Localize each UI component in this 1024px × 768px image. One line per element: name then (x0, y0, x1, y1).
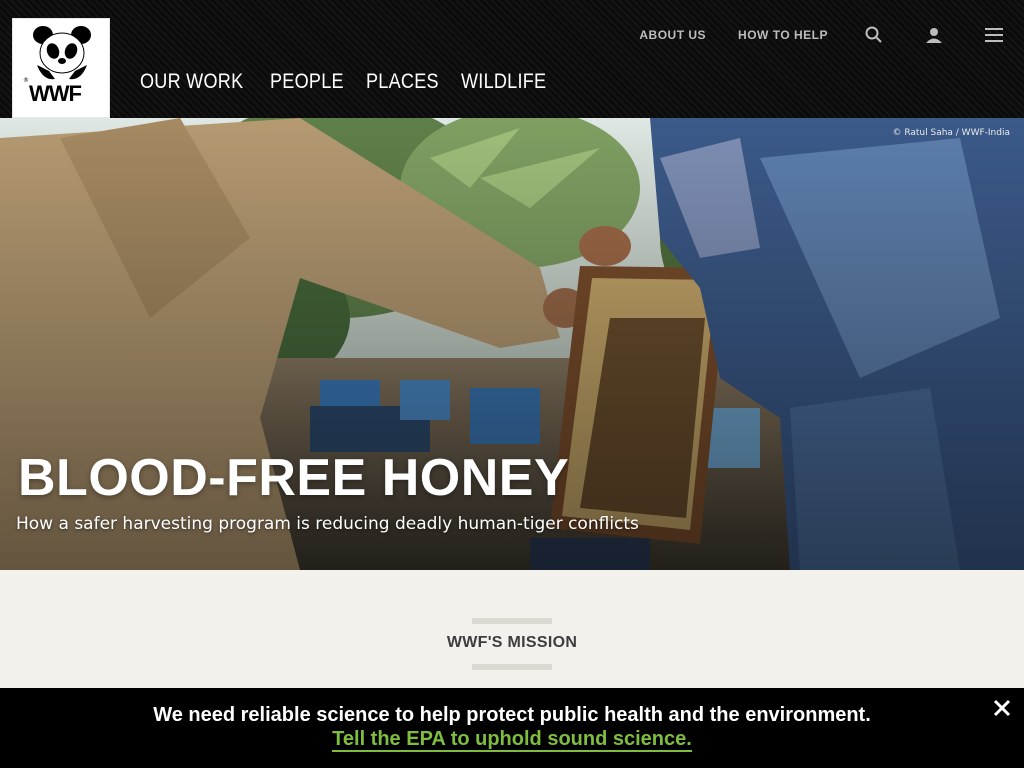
hamburger-icon (985, 34, 1003, 36)
mission-heading: WWF'S MISSION (446, 634, 578, 651)
close-alert-button[interactable] (990, 696, 1014, 720)
action-alert-bar: We need reliable science to help protect… (0, 688, 1024, 768)
nav-places[interactable]: PLACES (366, 70, 439, 94)
user-icon (926, 28, 942, 43)
about-us-link[interactable]: ABOUT US (623, 28, 722, 42)
search-button[interactable] (844, 23, 904, 47)
photo-credit: © Ratul Saha / WWF-India (892, 128, 1010, 138)
epa-action-link[interactable]: Tell the EPA to uphold sound science. (332, 728, 692, 752)
nav-wildlife[interactable]: WILDLIFE (461, 70, 546, 94)
hero-heading[interactable]: BLOOD-FREE HONEY (18, 448, 569, 508)
hero-subtitle[interactable]: How a safer harvesting program is reduci… (16, 514, 639, 534)
search-icon (865, 26, 882, 43)
divider-bottom (472, 664, 552, 670)
utility-nav: ABOUT US HOW TO HELP (623, 18, 1024, 52)
nav-people[interactable]: PEOPLE (270, 70, 344, 94)
hero-banner[interactable]: © Ratul Saha / WWF-India BLOOD-FREE HONE… (0, 118, 1024, 570)
divider-top (472, 618, 552, 624)
panda-logo-icon (33, 26, 91, 80)
close-icon (993, 699, 1011, 717)
site-header: ® WWF ABOUT US HOW TO HELP OUR WORK PEOP… (0, 0, 1024, 118)
wwf-logo-link[interactable]: ® WWF (12, 18, 110, 118)
account-button[interactable] (904, 23, 964, 47)
menu-button[interactable] (964, 23, 1024, 47)
main-nav: OUR WORK PEOPLE PLACES WILDLIFE (140, 70, 560, 94)
how-to-help-button[interactable]: HOW TO HELP (722, 28, 844, 42)
nav-our-work[interactable]: OUR WORK (140, 70, 243, 94)
logo-wordmark: WWF (29, 81, 82, 106)
mission-section: WWF'S MISSION (0, 570, 1024, 688)
alert-message: We need reliable science to help protect… (153, 704, 871, 726)
